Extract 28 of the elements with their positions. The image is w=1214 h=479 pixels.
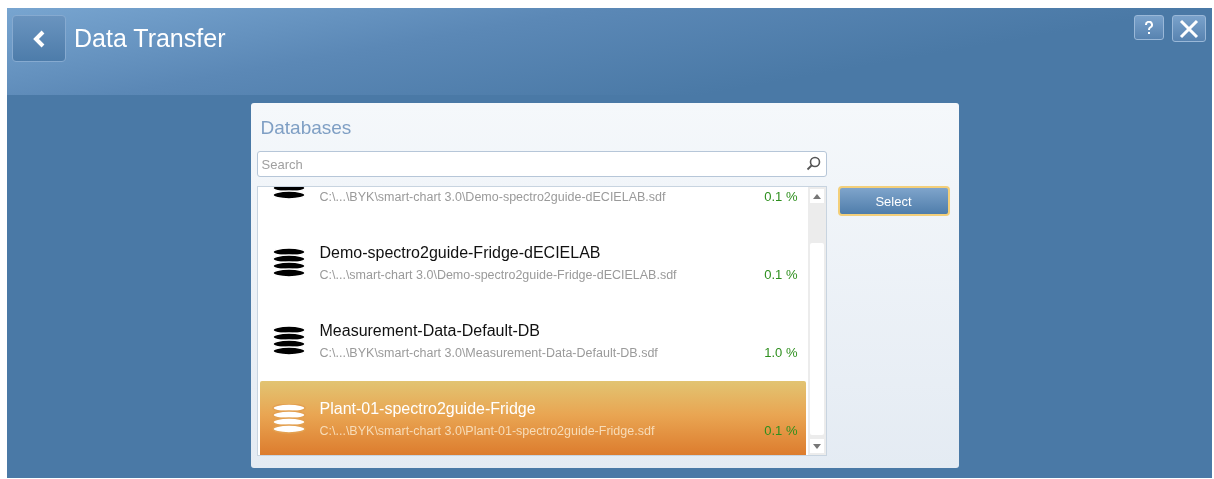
usage-percent: 1.0 % [764,345,798,360]
scrollbar[interactable] [807,187,826,455]
usage-percent: 0.1 % [764,423,798,438]
database-path: C:\...\BYK\smart-chart 3.0\Measurement-Data-Default-DB.sdf [319,346,658,360]
select-button[interactable]: Select [837,186,950,216]
database-icon [271,326,306,356]
chevron-left-icon [32,29,46,48]
scroll-down-icon[interactable] [812,443,821,449]
database-name: Demo-spectro2guide-Fridge-dECIELAB [319,244,602,262]
help-button[interactable] [1134,15,1164,40]
close-button[interactable] [1172,15,1206,42]
usage-percent: 0.1 % [764,267,798,282]
page-title: Data Transfer [74,24,226,53]
database-name: Plant-01-spectro2guide-Fridge [319,400,537,418]
help-icon [1144,20,1154,35]
database-name: Measurement-Data-Default-DB [319,322,542,340]
database-path: C:\...\BYK\smart-chart 3.0\Plant-01-spectro2guide-Fridge.sdf [319,424,655,438]
close-icon [1179,18,1199,39]
database-path: C:\...\smart-chart 3.0\Demo-spectro2guide-Fridge-dECIELAB.sdf [319,268,677,282]
panel-title: Databases [259,116,353,140]
usage-percent: 0.1 % [764,189,798,204]
scroll-up-icon[interactable] [812,193,821,199]
database-icon [271,248,306,278]
search-icon [805,156,821,171]
search-field[interactable]: Search [256,151,827,177]
database-path: C:\...\BYK\smart-chart 3.0\Demo-spectro2guide-dECIELAB.sdf [319,190,666,204]
database-icon [271,404,306,434]
back-button[interactable] [12,15,66,62]
